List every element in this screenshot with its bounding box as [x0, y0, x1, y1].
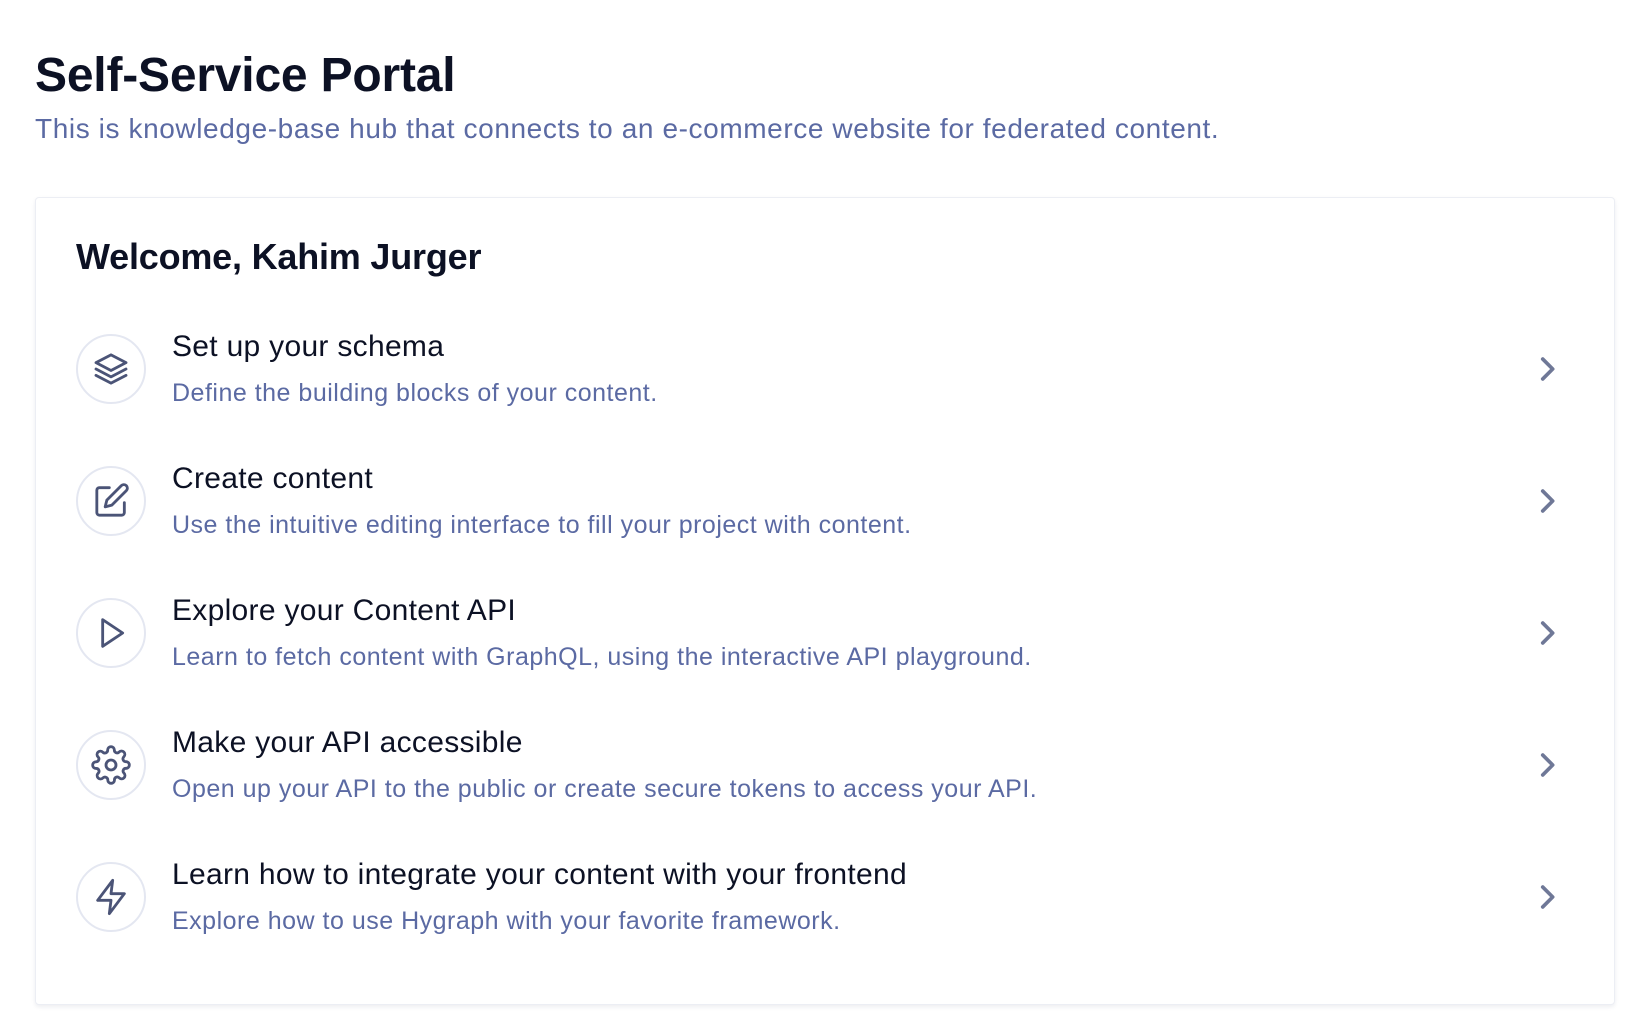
step-description: Open up your API to the public or create…: [172, 775, 1038, 803]
step-make-api-accessible[interactable]: Make your API accessible Open up your AP…: [76, 724, 1574, 856]
step-description: Define the building blocks of your conte…: [172, 379, 658, 407]
chevron-right-icon[interactable]: [1530, 616, 1564, 650]
step-description: Learn to fetch content with GraphQL, usi…: [172, 643, 1032, 671]
step-title: Explore your Content API: [172, 594, 517, 627]
step-integrate-frontend[interactable]: Learn how to integrate your content with…: [76, 856, 1574, 988]
gear-icon: [76, 730, 146, 800]
self-service-portal-page: Self-Service Portal This is knowledge-ba…: [0, 0, 1638, 1030]
chevron-right-icon[interactable]: [1530, 484, 1564, 518]
step-title: Create content: [172, 462, 373, 495]
step-title: Make your API accessible: [172, 726, 523, 759]
getting-started-card: Welcome, Kahim Jurger Set up your schema…: [35, 197, 1615, 1005]
page-subtitle: This is knowledge-base hub that connects…: [35, 113, 1220, 144]
step-create-content[interactable]: Create content Use the intuitive editing…: [76, 460, 1574, 592]
step-title: Set up your schema: [172, 330, 445, 363]
chevron-right-icon[interactable]: [1530, 880, 1564, 914]
chevron-right-icon[interactable]: [1530, 748, 1564, 782]
getting-started-steps: Set up your schema Define the building b…: [76, 328, 1574, 988]
step-explore-content-api[interactable]: Explore your Content API Learn to fetch …: [76, 592, 1574, 724]
layers-icon: [76, 334, 146, 404]
step-text: Set up your schema Define the building b…: [172, 328, 658, 408]
welcome-heading: Welcome, Kahim Jurger: [76, 236, 482, 277]
step-description: Explore how to use Hygraph with your fav…: [172, 907, 841, 935]
step-text: Explore your Content API Learn to fetch …: [172, 592, 1032, 672]
step-text: Learn how to integrate your content with…: [172, 856, 907, 936]
chevron-right-icon[interactable]: [1530, 352, 1564, 386]
page-title: Self-Service Portal: [35, 49, 456, 102]
step-text: Make your API accessible Open up your AP…: [172, 724, 1037, 804]
step-description: Use the intuitive editing interface to f…: [172, 511, 912, 539]
play-icon: [76, 598, 146, 668]
step-title: Learn how to integrate your content with…: [172, 858, 907, 891]
lightning-icon: [76, 862, 146, 932]
edit-icon: [76, 466, 146, 536]
step-text: Create content Use the intuitive editing…: [172, 460, 912, 540]
step-set-up-schema[interactable]: Set up your schema Define the building b…: [76, 328, 1574, 460]
